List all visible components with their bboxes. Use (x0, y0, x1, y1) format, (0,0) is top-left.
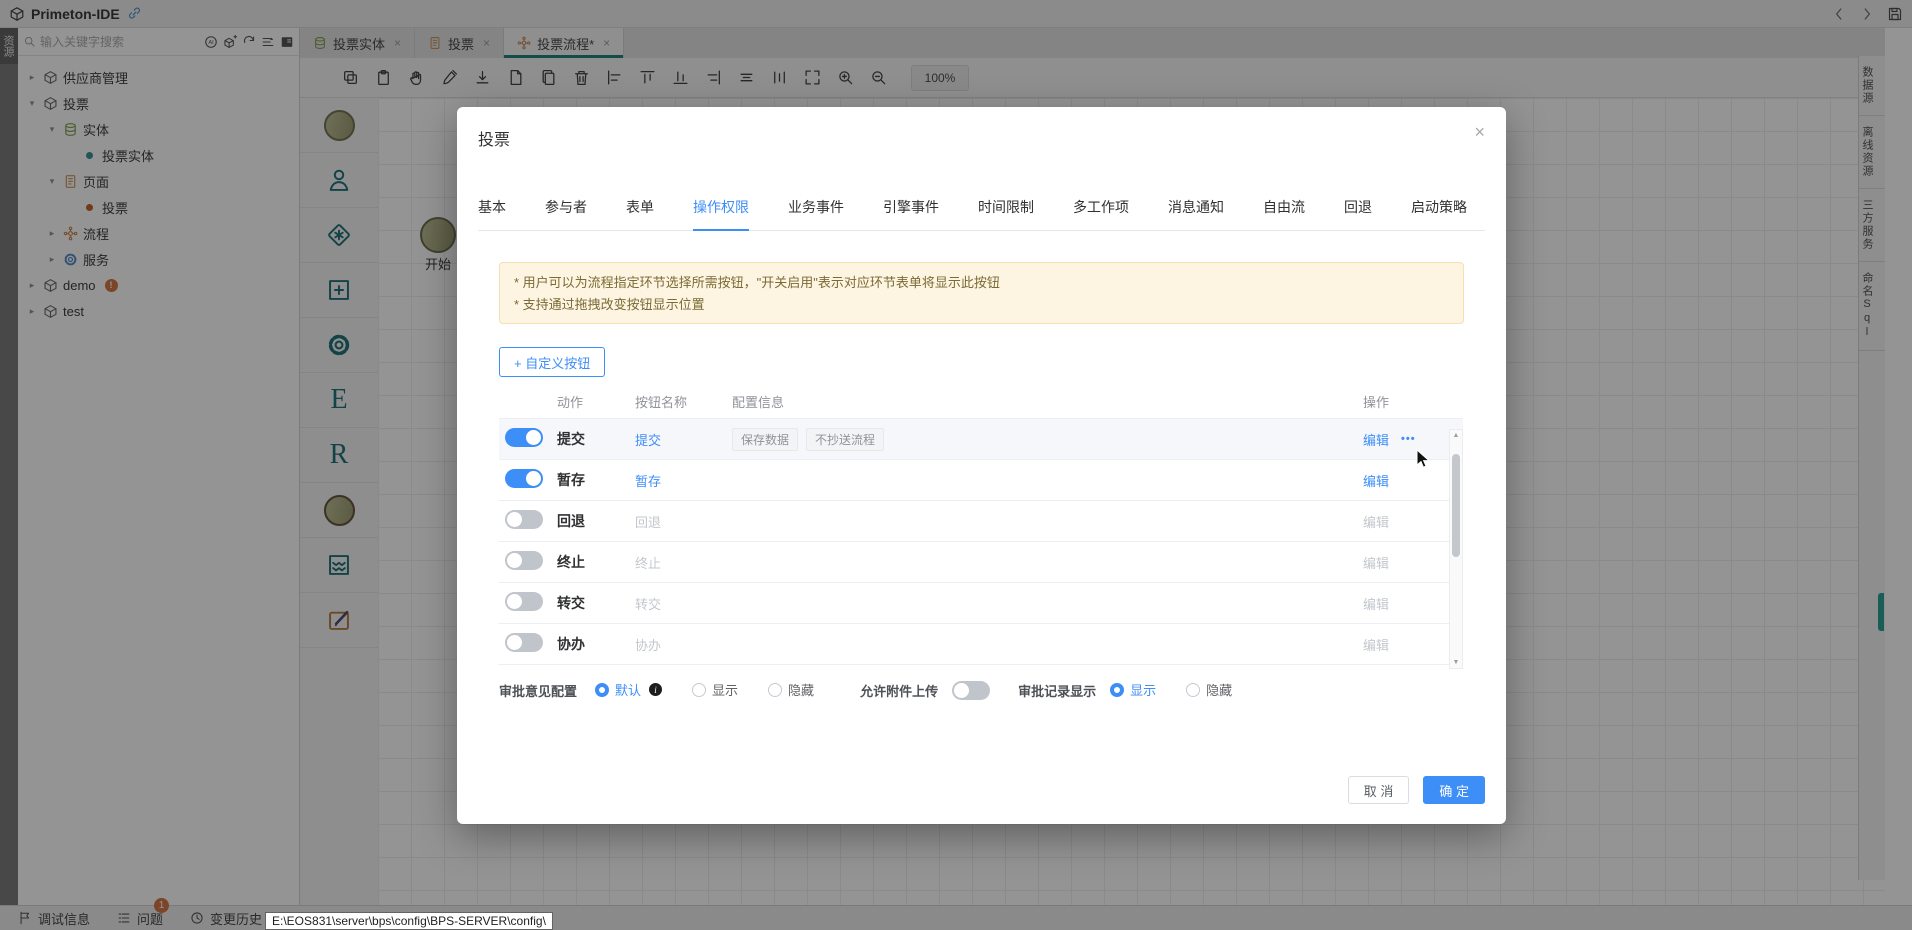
radio-label: 显示 (712, 680, 738, 699)
column-header-动作: 动作 (557, 392, 635, 411)
opinion-option-显示[interactable]: 显示 (692, 680, 738, 699)
action-row-终止: 终止终止 编辑 (499, 542, 1463, 583)
hint-alert: * 用户可以为流程指定环节选择所需按钮，"开关启用"表示对应环节表单将显示此按钮… (499, 262, 1464, 324)
dialog-tab-多工作项[interactable]: 多工作项 (1073, 195, 1129, 230)
radio-icon[interactable] (692, 683, 706, 697)
more-actions-icon[interactable]: ••• (1401, 433, 1416, 445)
dialog-tab-操作权限[interactable]: 操作权限 (693, 195, 749, 230)
custom-button-add[interactable]: + 自定义按钮 (499, 347, 605, 377)
enable-toggle[interactable] (505, 633, 543, 652)
path-tooltip: E:\EOS831\server\bps\config\BPS-SERVER\c… (265, 912, 553, 930)
edit-link[interactable]: 编辑 (1363, 635, 1389, 654)
action-row-提交: 提交提交保存数据不抄送流程编辑••• (499, 419, 1463, 460)
dialog-footer: 取 消 确 定 (1348, 776, 1485, 804)
column-header-操作: 操作 (1363, 392, 1449, 411)
dialog-tab-引擎事件[interactable]: 引擎事件 (883, 195, 939, 230)
dialog-tab-时间限制[interactable]: 时间限制 (978, 195, 1034, 230)
table-header: 动作按钮名称配置信息操作 (499, 385, 1463, 418)
button-name-link[interactable]: 回退 (635, 512, 732, 531)
opinion-option-默认[interactable]: 默认 i (595, 680, 662, 699)
info-icon[interactable]: i (649, 683, 662, 696)
radio-icon[interactable] (1110, 683, 1124, 697)
dialog-tab-参与者[interactable]: 参与者 (545, 195, 587, 230)
radio-label: 隐藏 (788, 680, 814, 699)
edit-link[interactable]: 编辑 (1363, 512, 1389, 531)
enable-toggle[interactable] (505, 469, 543, 488)
radio-label: 默认 (615, 680, 641, 699)
action-row-暂存: 暂存暂存 编辑 (499, 460, 1463, 501)
radio-label: 显示 (1130, 680, 1156, 699)
action-row-转交: 转交转交 编辑 (499, 583, 1463, 624)
column-header-按钮名称: 按钮名称 (635, 392, 732, 411)
radio-icon[interactable] (768, 683, 782, 697)
action-label: 提交 (557, 429, 635, 449)
opinion-option-隐藏[interactable]: 隐藏 (768, 680, 814, 699)
column-header-配置信息: 配置信息 (732, 392, 1363, 411)
dialog-tab-基本[interactable]: 基本 (478, 195, 506, 230)
enable-toggle[interactable] (505, 592, 543, 611)
button-name-link[interactable]: 协办 (635, 635, 732, 654)
scroll-up-icon[interactable]: ▲ (1450, 432, 1462, 439)
dialog-tab-表单[interactable]: 表单 (626, 195, 654, 230)
opinion-radio-group: 默认 i 显示 隐藏 (595, 680, 844, 700)
action-label: 回退 (557, 511, 635, 531)
record-option-显示[interactable]: 显示 (1110, 680, 1156, 699)
mouse-cursor (1416, 449, 1431, 470)
enable-toggle[interactable] (505, 551, 543, 570)
dialog-title: 投票 (478, 126, 510, 150)
hint-line-2: * 支持通过拖拽改变按钮显示位置 (514, 294, 1449, 316)
close-icon[interactable]: × (1474, 123, 1485, 141)
button-name-link[interactable]: 暂存 (635, 471, 732, 490)
action-label: 暂存 (557, 470, 635, 490)
table-body: 提交提交保存数据不抄送流程编辑•••暂存暂存编辑回退回退编辑终止终止编辑转交转交… (499, 418, 1463, 665)
edit-link[interactable]: 编辑 (1363, 594, 1389, 613)
config-tags: 保存数据不抄送流程 (732, 428, 1363, 451)
radio-icon[interactable] (1186, 683, 1200, 697)
ok-button[interactable]: 确 定 (1423, 776, 1485, 804)
button-name-link[interactable]: 终止 (635, 553, 732, 572)
enable-toggle[interactable] (505, 510, 543, 529)
scroll-thumb[interactable] (1452, 454, 1460, 557)
attachment-upload-label: 允许附件上传 (860, 681, 938, 700)
action-label: 转交 (557, 593, 635, 613)
attachment-upload-toggle[interactable] (952, 681, 990, 700)
record-option-隐藏[interactable]: 隐藏 (1186, 680, 1232, 699)
dialog-tab-自由流[interactable]: 自由流 (1263, 195, 1305, 230)
config-tag: 不抄送流程 (806, 428, 884, 451)
dialog-tabs: 基本 参与者 表单 操作权限 业务事件 引擎事件 时间限制 多工作项 消息通知 自由流 回退 启动策略 (478, 195, 1485, 231)
scroll-down-icon[interactable]: ▼ (1450, 659, 1462, 666)
radio-icon[interactable] (595, 683, 609, 697)
edit-link[interactable]: 编辑 (1363, 553, 1389, 572)
button-name-link[interactable]: 提交 (635, 430, 732, 449)
vote-settings-dialog: 投票 × 基本参与者表单操作权限业务事件引擎事件时间限制多工作项消息通知自由流回… (457, 107, 1506, 824)
action-row-回退: 回退回退 编辑 (499, 501, 1463, 542)
table-scrollbar[interactable]: ▲ ▼ (1449, 429, 1463, 669)
action-row-协办: 协办协办 编辑 (499, 624, 1463, 665)
record-radio-group: 显示 隐藏 (1110, 680, 1262, 700)
dialog-tab-回退[interactable]: 回退 (1344, 195, 1372, 230)
edit-link[interactable]: 编辑 (1363, 430, 1389, 449)
approval-settings-row: 审批意见配置 默认 i 显示 隐藏 允许附件上传 审批记录显示 显示 隐藏 (499, 679, 1262, 701)
button-name-link[interactable]: 转交 (635, 594, 732, 613)
opinion-config-label: 审批意见配置 (499, 681, 577, 700)
hint-line-1: * 用户可以为流程指定环节选择所需按钮，"开关启用"表示对应环节表单将显示此按钮 (514, 272, 1449, 294)
dialog-tab-消息通知[interactable]: 消息通知 (1168, 195, 1224, 230)
dialog-tab-业务事件[interactable]: 业务事件 (788, 195, 844, 230)
record-display-label: 审批记录显示 (1018, 681, 1096, 700)
config-tag: 保存数据 (732, 428, 798, 451)
enable-toggle[interactable] (505, 428, 543, 447)
buttons-table: 动作按钮名称配置信息操作 提交提交保存数据不抄送流程编辑•••暂存暂存编辑回退回… (499, 385, 1463, 665)
cancel-button[interactable]: 取 消 (1348, 776, 1410, 804)
action-label: 终止 (557, 552, 635, 572)
action-label: 协办 (557, 634, 635, 654)
dialog-tab-启动策略[interactable]: 启动策略 (1411, 195, 1467, 230)
edit-link[interactable]: 编辑 (1363, 471, 1389, 490)
radio-label: 隐藏 (1206, 680, 1232, 699)
